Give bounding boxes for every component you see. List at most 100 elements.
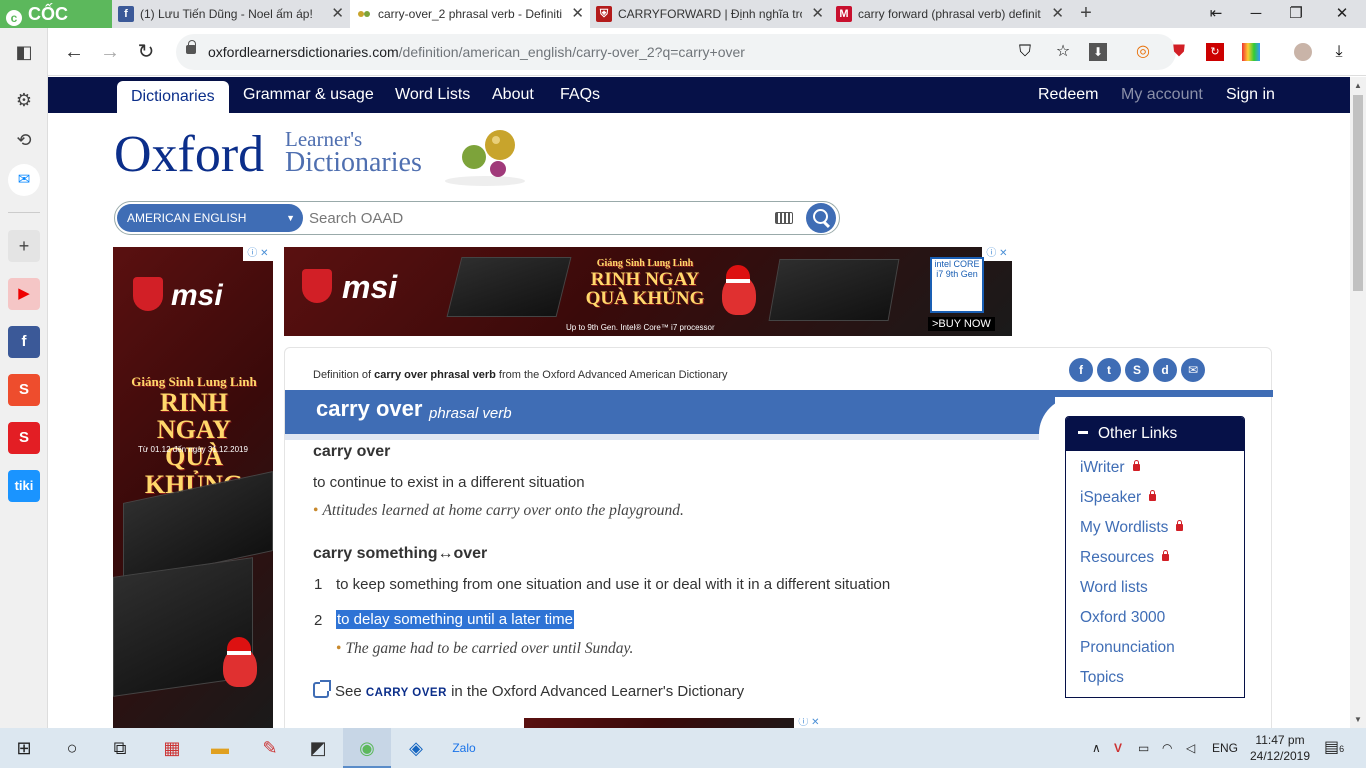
task-view-icon[interactable]: ⧉ <box>96 728 144 768</box>
windows-start-icon[interactable]: ⊞ <box>0 728 48 768</box>
tiki-icon[interactable]: tiki <box>8 470 40 502</box>
unikey-icon[interactable]: V <box>1114 728 1122 768</box>
system-clock[interactable]: 11:47 pm 24/12/2019 <box>1248 732 1312 764</box>
facebook-share-icon[interactable]: f <box>1069 358 1093 382</box>
link-topics[interactable]: Topics <box>1080 669 1124 687</box>
notes-icon[interactable]: ◩ <box>294 728 342 768</box>
keyboard-icon[interactable] <box>775 212 793 224</box>
tab-facebook[interactable]: f (1) Lưu Tiến Dũng - Noel ấm áp! ✕ <box>112 0 350 28</box>
ad-mascot-image <box>223 637 257 687</box>
close-tab-icon[interactable]: ✕ <box>331 0 344 28</box>
color-extension-icon[interactable] <box>1242 43 1260 61</box>
coccoc-taskbar-icon[interactable]: ◉ <box>343 728 391 768</box>
scroll-down-arrow-icon[interactable]: ▼ <box>1350 715 1366 724</box>
messenger-icon[interactable]: ✉ <box>8 164 40 196</box>
chrome-extension-icon[interactable]: ◎ <box>1134 43 1152 61</box>
see-also-link[interactable]: See CARRY OVER in the Oxford Advanced Le… <box>313 680 744 700</box>
forward-button[interactable]: → <box>96 38 124 66</box>
settings-gear-icon[interactable]: ⚙ <box>8 84 40 116</box>
link-ispeaker[interactable]: iSpeaker <box>1080 489 1157 507</box>
file-explorer-icon[interactable]: ▬ <box>196 728 244 768</box>
back-button[interactable]: ← <box>60 38 88 66</box>
close-tab-icon[interactable]: ✕ <box>571 0 584 28</box>
ad-skyscraper[interactable]: ⓘ ✕ msi Giáng Sinh Lung Linh RINH NGAY Q… <box>113 247 273 728</box>
scroll-up-arrow-icon[interactable]: ▲ <box>1350 81 1366 90</box>
download-page-icon[interactable]: ⬇ <box>1089 43 1107 61</box>
nav-sign-in[interactable]: Sign in <box>1226 77 1275 113</box>
other-links-header[interactable]: Other Links <box>1066 417 1244 451</box>
twitter-share-icon[interactable]: t <box>1097 358 1121 382</box>
digg-share-icon[interactable]: d <box>1153 358 1177 382</box>
page-scrollbar[interactable]: ▲ ▼ <box>1350 77 1366 728</box>
nav-word-lists[interactable]: Word Lists <box>395 77 470 113</box>
extension-red-icon[interactable]: ↻ <box>1206 43 1224 61</box>
search-circle-icon[interactable]: ○ <box>48 728 96 768</box>
bookmark-star-icon[interactable]: ☆ <box>1054 43 1072 61</box>
ad-close-icon[interactable]: ⓘ ✕ <box>794 718 824 728</box>
close-window-button[interactable]: ✕ <box>1322 0 1362 28</box>
adblock-icon[interactable]: ⛊ <box>1170 43 1188 61</box>
url-domain: oxfordlearnersdictionaries.com <box>208 44 399 60</box>
minimize-button[interactable]: ─ <box>1236 0 1276 28</box>
app-icon-1[interactable]: ▦ <box>148 728 196 768</box>
close-tab-icon[interactable]: ✕ <box>1051 0 1064 28</box>
restore-down-arrow-icon[interactable]: ⇤ <box>1196 0 1236 28</box>
nav-about[interactable]: About <box>492 77 534 113</box>
lock-icon[interactable] <box>186 40 196 54</box>
language-indicator[interactable]: ENG <box>1212 728 1238 768</box>
ad-badge-line2: RINH NGAY <box>590 268 700 290</box>
nav-dictionaries[interactable]: Dictionaries <box>117 81 229 113</box>
add-app-icon[interactable]: + <box>8 230 40 262</box>
link-iwriter[interactable]: iWriter <box>1080 459 1140 477</box>
stumbleupon-share-icon[interactable]: S <box>1125 358 1149 382</box>
address-bar[interactable]: oxfordlearnersdictionaries.com/definitio… <box>176 34 1176 70</box>
ad-banner[interactable]: ⓘ ✕ msi Giáng Sinh Lung Linh RINH NGAY Q… <box>284 247 1012 336</box>
youtube-icon[interactable]: ▶ <box>8 278 40 310</box>
sense-2-2-definition-selected: to delay something until a later time <box>336 610 574 629</box>
ad-close-icon[interactable]: ⓘ ✕ <box>982 247 1012 261</box>
scrollbar-thumb[interactable] <box>1353 95 1363 291</box>
reload-button[interactable]: ↻ <box>132 38 160 66</box>
dictionary-select[interactable]: AMERICAN ENGLISH ▼ <box>117 204 303 232</box>
tab-cambridge[interactable]: ⛨ CARRYFORWARD | Định nghĩa tron ✕ <box>590 0 830 28</box>
profile-avatar[interactable] <box>1294 43 1312 61</box>
new-tab-button[interactable]: + <box>1075 0 1097 28</box>
nav-faqs[interactable]: FAQs <box>560 77 600 113</box>
tab-macmillan[interactable]: M carry forward (phrasal verb) definit ✕ <box>830 0 1070 28</box>
history-icon[interactable]: ⟲ <box>8 124 40 156</box>
link-my-wordlists[interactable]: My Wordlists <box>1080 519 1184 537</box>
link-resources[interactable]: Resources <box>1080 549 1170 567</box>
link-oxford-3000[interactable]: Oxford 3000 <box>1080 609 1165 627</box>
app-icon-2[interactable]: ◈ <box>392 728 440 768</box>
close-tab-icon[interactable]: ✕ <box>811 0 824 28</box>
zalo-icon[interactable]: Zalo <box>440 728 488 768</box>
facebook-icon[interactable]: f <box>8 326 40 358</box>
volume-icon[interactable]: ◁ <box>1186 728 1195 768</box>
maximize-button[interactable]: ❐ <box>1276 0 1316 28</box>
wifi-icon[interactable]: ◠ <box>1162 728 1172 768</box>
tab-oxford[interactable]: carry-over_2 phrasal verb - Definiti ✕ <box>350 0 590 28</box>
sendo-icon[interactable]: S <box>8 422 40 454</box>
ad-close-icon[interactable]: ⓘ ✕ <box>243 247 273 261</box>
coccoc-brand[interactable]: cCỐC CỐC <box>0 0 112 52</box>
tray-chevron-up-icon[interactable]: ∧ <box>1092 728 1101 768</box>
nav-my-account[interactable]: My account <box>1121 77 1203 113</box>
shield-icon[interactable]: ⛉ <box>1016 43 1034 61</box>
nav-grammar-usage[interactable]: Grammar & usage <box>243 77 374 113</box>
ad-bottom[interactable]: ⓘ ✕ <box>524 718 824 728</box>
email-share-icon[interactable]: ✉ <box>1181 358 1205 382</box>
link-pronunciation[interactable]: Pronunciation <box>1080 639 1175 657</box>
notification-center-icon[interactable]: ▤6 <box>1324 728 1344 768</box>
paint-icon[interactable]: ✎ <box>246 728 294 768</box>
battery-icon[interactable]: ▭ <box>1138 728 1149 768</box>
sidebar-toggle-icon[interactable]: ◧ <box>8 36 40 68</box>
downloads-icon[interactable]: ⤓ <box>1330 43 1348 61</box>
nav-redeem[interactable]: Redeem <box>1038 77 1098 113</box>
link-word-lists[interactable]: Word lists <box>1080 579 1148 597</box>
shopee-icon[interactable]: S <box>8 374 40 406</box>
search-button[interactable] <box>806 203 836 233</box>
ad-buy-now[interactable]: >BUY NOW <box>928 317 995 331</box>
search-input[interactable] <box>309 204 769 232</box>
see-also-term[interactable]: CARRY OVER <box>366 687 447 699</box>
url-text[interactable]: oxfordlearnersdictionaries.com/definitio… <box>208 34 745 70</box>
